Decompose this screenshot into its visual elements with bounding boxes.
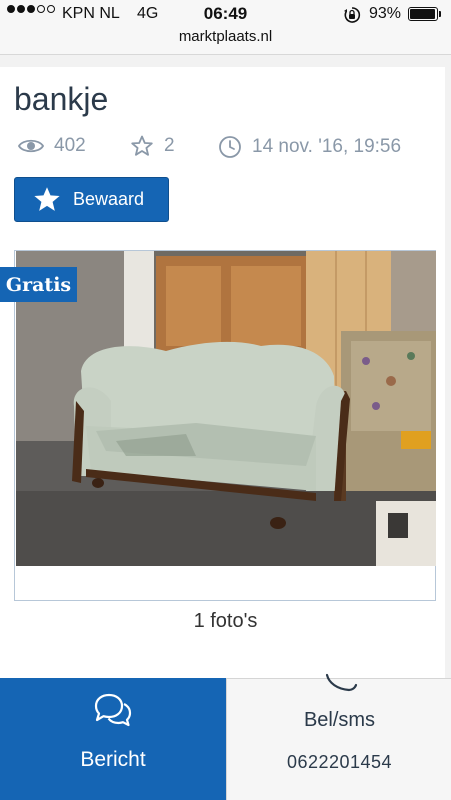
- battery-icon: [408, 7, 441, 21]
- call-button-label: Bel/sms: [303, 709, 376, 731]
- status-bar: KPN NL 4G 06:49 93%: [0, 0, 451, 28]
- clock-icon: [218, 135, 242, 159]
- eye-icon: [18, 137, 44, 155]
- listing-stats: 402 2 14 nov. '16, 19:56: [18, 135, 438, 161]
- star-icon: [33, 186, 61, 213]
- listing-card: bankje 402 2 14 nov. '16, 19:56 Bewaard …: [0, 67, 445, 678]
- rotation-lock-icon: [343, 6, 361, 29]
- listing-title: bankje: [14, 81, 109, 117]
- phone-icon: [325, 671, 359, 698]
- saved-button[interactable]: Bewaard: [14, 177, 169, 222]
- message-button-label: Bericht: [80, 748, 146, 771]
- photo-count[interactable]: 1 foto's: [0, 610, 451, 633]
- photo-gallery[interactable]: [14, 250, 436, 601]
- date-stat: 14 nov. '16, 19:56: [218, 135, 401, 159]
- views-stat: 402: [18, 135, 86, 157]
- chat-bubbles-icon: [92, 692, 134, 737]
- views-count: 402: [54, 135, 86, 156]
- star-outline-icon: [130, 135, 154, 157]
- call-button[interactable]: Bel/sms 0622201454: [226, 673, 451, 800]
- phone-number: 0622201454: [286, 752, 393, 772]
- action-bar: Bericht Bel/sms 0622201454: [0, 673, 451, 800]
- saved-button-label: Bewaard: [73, 189, 145, 209]
- favorites-count: 2: [164, 135, 175, 156]
- battery-percent: 93%: [369, 5, 402, 22]
- listing-date: 14 nov. '16, 19:56: [252, 136, 402, 157]
- message-button[interactable]: Bericht: [0, 678, 226, 800]
- address-bar[interactable]: marktplaats.nl: [0, 28, 451, 55]
- free-badge: Gratis: [0, 267, 77, 302]
- favorites-stat: 2: [130, 135, 175, 157]
- listing-photo[interactable]: [16, 251, 436, 566]
